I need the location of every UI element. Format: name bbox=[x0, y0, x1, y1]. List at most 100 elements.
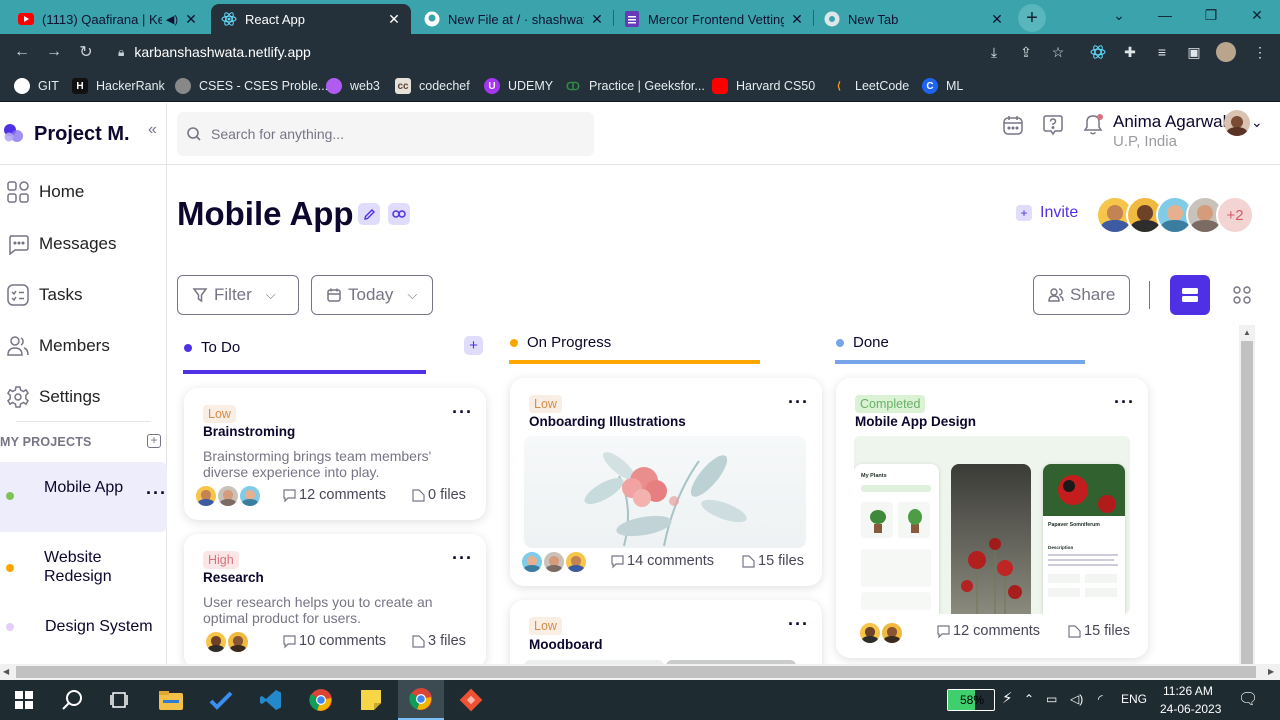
tab-search-icon[interactable]: ⌄ bbox=[1096, 0, 1142, 30]
vertical-scrollbar[interactable]: ▲ bbox=[1239, 325, 1255, 664]
git-icon[interactable] bbox=[455, 685, 487, 715]
volume-icon[interactable]: ◁) bbox=[1070, 692, 1083, 706]
file-explorer-icon[interactable] bbox=[155, 685, 187, 715]
sidebar-item-tasks[interactable]: Tasks bbox=[0, 275, 167, 315]
tab-new-tab[interactable]: New Tab ✕ bbox=[814, 4, 1014, 34]
close-window-icon[interactable]: ✕ bbox=[1234, 0, 1280, 30]
chrome-icon[interactable] bbox=[305, 685, 337, 715]
speaker-icon[interactable]: ◀) bbox=[166, 13, 178, 26]
restore-icon[interactable]: ❐ bbox=[1188, 0, 1234, 30]
chrome-active-icon[interactable] bbox=[398, 680, 444, 720]
card-files[interactable]: 0 files bbox=[411, 487, 466, 503]
network-icon[interactable]: ▭ bbox=[1046, 692, 1057, 706]
card-comments[interactable]: 12 comments bbox=[282, 487, 386, 503]
tab-react-app[interactable]: React App ✕ bbox=[211, 4, 411, 34]
charging-icon[interactable]: ⚡︎ bbox=[1002, 689, 1013, 707]
bookmark-codechef[interactable]: cc codechef bbox=[395, 76, 470, 96]
list-view-button[interactable] bbox=[1170, 275, 1210, 315]
notification-bell-icon[interactable] bbox=[1081, 113, 1105, 137]
user-avatar[interactable] bbox=[1224, 110, 1250, 136]
bookmark-geeksforgeeks[interactable]: ↀ Practice | Geeksfor... bbox=[565, 76, 705, 96]
bookmark-leetcode[interactable]: ⟨ LeetCode bbox=[831, 76, 909, 96]
invite-button[interactable]: + Invite bbox=[1016, 204, 1078, 222]
collapse-sidebar-icon[interactable]: « bbox=[148, 121, 157, 139]
sticky-notes-icon[interactable] bbox=[355, 685, 387, 715]
scrollbar-thumb[interactable] bbox=[1241, 341, 1253, 664]
horizontal-scrollbar[interactable]: ◀ ▶ bbox=[0, 664, 1280, 680]
close-icon[interactable]: ✕ bbox=[387, 11, 401, 28]
scroll-up-icon[interactable]: ▲ bbox=[1243, 328, 1251, 337]
new-tab-button[interactable]: + bbox=[1018, 4, 1046, 32]
bookmark-harvard[interactable]: Harvard CS50 bbox=[712, 76, 815, 96]
project-options-icon[interactable]: ··· bbox=[146, 484, 167, 503]
scroll-left-icon[interactable]: ◀ bbox=[3, 667, 9, 676]
assignee-avatar[interactable] bbox=[880, 621, 904, 645]
assignee-avatar[interactable] bbox=[520, 550, 544, 574]
sidebar-item-home[interactable]: Home bbox=[0, 172, 167, 212]
card-options-icon[interactable]: ··· bbox=[788, 614, 809, 635]
sidebar-item-settings[interactable]: Settings bbox=[0, 377, 167, 417]
battery-indicator[interactable]: 58% bbox=[947, 689, 995, 711]
profile-avatar-icon[interactable] bbox=[1215, 41, 1237, 63]
link-icon[interactable] bbox=[388, 203, 410, 225]
share-button[interactable]: Share bbox=[1033, 275, 1130, 315]
task-card[interactable]: Low ··· Onboarding Illustrations 14 comm… bbox=[510, 378, 822, 586]
task-view-icon[interactable] bbox=[104, 685, 136, 715]
close-icon[interactable]: ✕ bbox=[184, 11, 198, 28]
chevron-down-icon[interactable]: ⌄ bbox=[1251, 114, 1263, 131]
scrollbar-thumb[interactable] bbox=[16, 666, 1256, 678]
language-indicator[interactable]: ENG bbox=[1121, 692, 1147, 706]
grid-view-icon[interactable] bbox=[1233, 286, 1251, 304]
assignee-avatar[interactable] bbox=[564, 550, 588, 574]
close-icon[interactable]: ✕ bbox=[590, 11, 604, 28]
tab-youtube[interactable]: (1113) Qaafirana | Kedarn ◀) ✕ bbox=[8, 4, 208, 34]
close-icon[interactable]: ✕ bbox=[790, 11, 804, 28]
bookmark-hackerrank[interactable]: H HackerRank bbox=[72, 76, 165, 96]
card-files[interactable]: 3 files bbox=[411, 633, 466, 649]
tray-chevron-icon[interactable]: ⌃ bbox=[1024, 692, 1034, 706]
wifi-icon[interactable]: ◜ bbox=[1098, 692, 1103, 706]
assignee-avatar[interactable] bbox=[858, 621, 882, 645]
tab-github[interactable]: New File at / · shashwata ✕ bbox=[414, 4, 614, 34]
project-item-mobile-app[interactable]: Mobile App ··· bbox=[0, 462, 167, 532]
task-card[interactable]: High ··· Research User research helps yo… bbox=[184, 534, 486, 664]
filter-button[interactable]: Filter ⌵ bbox=[177, 275, 299, 315]
bookmark-ml[interactable]: C ML bbox=[922, 76, 963, 96]
assignee-avatar[interactable] bbox=[542, 550, 566, 574]
search-input[interactable]: Search for anything... bbox=[177, 112, 594, 156]
card-options-icon[interactable]: ··· bbox=[452, 402, 473, 423]
date-filter-button[interactable]: Today ⌵ bbox=[311, 275, 433, 315]
address-bar[interactable]: 🔒︎ karbanshashwata.netlify.app bbox=[106, 38, 1118, 66]
assignee-avatar[interactable] bbox=[204, 630, 228, 654]
task-card[interactable]: Completed ··· Mobile App Design My Plant… bbox=[836, 378, 1148, 658]
close-icon[interactable]: ✕ bbox=[990, 11, 1004, 28]
side-panel-icon[interactable]: ▣ bbox=[1183, 41, 1205, 63]
add-task-button[interactable]: + bbox=[464, 336, 483, 355]
card-options-icon[interactable]: ··· bbox=[788, 392, 809, 413]
assignee-avatar[interactable] bbox=[216, 484, 240, 508]
card-files[interactable]: 15 files bbox=[1067, 623, 1130, 639]
forward-icon[interactable]: → bbox=[42, 40, 66, 64]
card-options-icon[interactable]: ··· bbox=[1114, 392, 1135, 413]
taskbar-search-icon[interactable] bbox=[56, 685, 88, 715]
calendar-icon[interactable] bbox=[1001, 113, 1025, 137]
share-icon[interactable]: ⇪ bbox=[1015, 41, 1037, 63]
sidebar-item-messages[interactable]: Messages bbox=[0, 224, 167, 264]
help-icon[interactable] bbox=[1041, 113, 1065, 137]
back-icon[interactable]: ← bbox=[10, 40, 34, 64]
notifications-icon[interactable]: 🗨︎ bbox=[1238, 689, 1258, 709]
bookmark-cses[interactable]: CSES - CSES Proble... bbox=[175, 76, 328, 96]
extensions-icon[interactable]: ✚ bbox=[1119, 41, 1141, 63]
project-item-website-redesign[interactable]: Website Redesign bbox=[0, 539, 167, 601]
clock-time[interactable]: 11:26 AM bbox=[1163, 684, 1213, 698]
media-icon[interactable]: ≡ bbox=[1151, 41, 1173, 63]
task-card[interactable]: Low ··· Moodboard bbox=[510, 600, 822, 664]
reload-icon[interactable]: ↻ bbox=[74, 40, 98, 64]
more-members-badge[interactable]: +2 bbox=[1216, 196, 1254, 234]
install-icon[interactable]: ⤓ bbox=[983, 41, 1005, 63]
task-card[interactable]: Low ··· Brainstroming Brainstorming brin… bbox=[184, 388, 486, 520]
tab-mercor[interactable]: Mercor Frontend Vetting ✕ bbox=[614, 4, 814, 34]
sidebar-item-members[interactable]: Members bbox=[0, 326, 167, 366]
minimize-icon[interactable]: — bbox=[1142, 0, 1188, 30]
bookmark-udemy[interactable]: U UDEMY bbox=[484, 76, 553, 96]
